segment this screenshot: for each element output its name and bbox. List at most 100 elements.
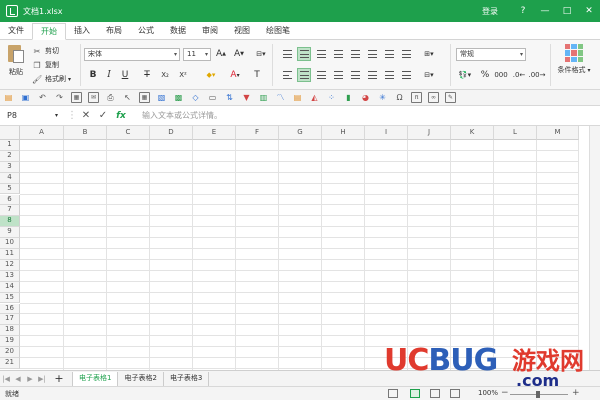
vertical-scrollbar[interactable] xyxy=(589,126,600,370)
row-header[interactable]: 4 xyxy=(0,172,20,184)
save-icon[interactable]: ▣ xyxy=(20,92,31,103)
shapes-icon[interactable]: ◇ xyxy=(190,92,201,103)
row-header[interactable]: 11 xyxy=(0,249,20,260)
row-header[interactable]: 20 xyxy=(0,347,20,358)
line-spacing-icon[interactable] xyxy=(365,68,379,82)
name-box[interactable]: P8 ▾ xyxy=(4,109,60,123)
sheet-tab[interactable]: 电子表格1 xyxy=(72,371,119,386)
column-header[interactable]: M xyxy=(537,126,579,140)
select-all-corner[interactable] xyxy=(0,126,20,140)
sort-icon[interactable]: ⇅ xyxy=(224,92,235,103)
shrink-fit-icon[interactable] xyxy=(399,68,413,82)
format-cells-icon[interactable]: ▦ xyxy=(71,92,82,103)
subscript-icon[interactable]: X₂ xyxy=(158,68,172,82)
conditional-format-button[interactable]: 条件格式 ▾ xyxy=(556,44,592,75)
symbol-icon[interactable]: Ω xyxy=(394,92,405,103)
equation-icon[interactable]: π xyxy=(411,92,422,103)
menu-tab[interactable]: 公式 xyxy=(130,23,162,39)
column-header[interactable]: H xyxy=(322,126,365,140)
chart-bar-icon[interactable]: ▤ xyxy=(292,92,303,103)
row-header[interactable]: 6 xyxy=(0,194,20,206)
column-header[interactable]: B xyxy=(64,126,107,140)
column-header[interactable]: F xyxy=(236,126,279,140)
menu-tab[interactable]: 文件 xyxy=(0,23,32,39)
chart-scatter-icon[interactable]: ⁘ xyxy=(326,92,337,103)
font-color-icon[interactable]: A ▾ xyxy=(226,68,244,82)
row-header[interactable]: 18 xyxy=(0,325,20,337)
copy-button[interactable]: ❐ 复制 xyxy=(32,58,71,72)
chart-radar-icon[interactable]: ✳ xyxy=(377,92,388,103)
sheet-tab[interactable]: 电子表格3 xyxy=(164,371,210,386)
row-header[interactable]: 15 xyxy=(0,292,20,304)
row-header[interactable]: 17 xyxy=(0,314,20,326)
row-header[interactable]: 14 xyxy=(0,281,20,293)
menu-tab[interactable]: 审阅 xyxy=(194,23,226,39)
login-link[interactable]: 登录 xyxy=(482,6,498,17)
underline-icon[interactable]: U xyxy=(118,68,132,82)
border-style-icon[interactable]: ⊟▾ xyxy=(252,47,270,61)
row-header[interactable]: 19 xyxy=(0,336,20,348)
table-icon[interactable]: ▦ xyxy=(139,92,150,103)
column-header[interactable]: E xyxy=(193,126,236,140)
align-middle-icon[interactable] xyxy=(297,47,311,61)
increase-font-icon[interactable]: A ▲ xyxy=(214,47,228,61)
column-header[interactable]: D xyxy=(150,126,193,140)
filter-icon[interactable]: ▼ xyxy=(241,92,252,103)
indent-icon[interactable] xyxy=(382,47,396,61)
chart-column-icon[interactable]: ▥ xyxy=(258,92,269,103)
column-header[interactable]: I xyxy=(365,126,408,140)
row-header[interactable]: 3 xyxy=(0,161,20,173)
align-right-icon[interactable] xyxy=(314,68,328,82)
row-header[interactable]: 12 xyxy=(0,259,20,271)
menu-tab[interactable]: 开始 xyxy=(32,23,66,40)
column-header[interactable]: J xyxy=(408,126,451,140)
mail-icon[interactable]: ✉ xyxy=(88,92,99,103)
insert-image-icon[interactable]: ▩ xyxy=(173,92,184,103)
chart-stock-icon[interactable]: ▮ xyxy=(343,92,354,103)
row-header[interactable]: 21 xyxy=(0,358,20,369)
menu-tab[interactable]: 视图 xyxy=(226,23,258,39)
text-box-icon[interactable]: ▭ xyxy=(207,92,218,103)
undo-icon[interactable]: ↶ xyxy=(37,92,48,103)
italic-icon[interactable]: I xyxy=(102,68,116,82)
maximize-icon[interactable]: □ xyxy=(556,0,578,22)
function-icon[interactable]: fx xyxy=(115,109,127,123)
row-header[interactable]: 2 xyxy=(0,150,20,162)
pointer-icon[interactable]: ↖ xyxy=(122,92,133,103)
text-direction-icon[interactable] xyxy=(382,68,396,82)
align-left-icon[interactable] xyxy=(280,68,294,82)
chart-area-icon[interactable]: ◭ xyxy=(309,92,320,103)
align-top-icon[interactable] xyxy=(280,47,294,61)
next-sheet-icon[interactable]: ▶ xyxy=(24,375,36,383)
justify-icon[interactable] xyxy=(331,47,345,61)
thousands-separator-icon[interactable]: 000 xyxy=(494,68,508,82)
paste-button[interactable]: 粘贴 xyxy=(6,43,26,77)
orientation-icon[interactable] xyxy=(365,47,379,61)
outdent-icon[interactable] xyxy=(399,47,413,61)
currency-icon[interactable]: 💱▾ xyxy=(456,68,474,82)
clear-format-icon[interactable]: T xyxy=(250,68,264,82)
spreadsheet-grid[interactable]: A B C D E F G H I J K L M 1 2 3 4 5 6 7 8 9 10 11 12 13 14 15 16 17 18… xyxy=(0,126,600,370)
last-sheet-icon[interactable]: ▶| xyxy=(36,375,48,383)
chart-line-icon[interactable]: 〽 xyxy=(275,92,286,103)
first-sheet-icon[interactable]: |◀ xyxy=(0,375,12,383)
column-header[interactable]: L xyxy=(494,126,537,140)
percent-icon[interactable]: % xyxy=(478,68,492,82)
column-header[interactable]: C xyxy=(107,126,150,140)
hyperlink-icon[interactable]: ∞ xyxy=(428,92,439,103)
column-header[interactable]: K xyxy=(451,126,494,140)
distributed-icon[interactable] xyxy=(331,68,345,82)
confirm-icon[interactable]: ✓ xyxy=(97,109,109,123)
row-header[interactable]: 5 xyxy=(0,183,20,195)
merge-cells-icon[interactable]: ⊞▾ xyxy=(418,47,440,61)
formula-input[interactable]: 输入文本或公式详情。 xyxy=(142,109,222,123)
row-header[interactable]: 9 xyxy=(0,227,20,239)
sheet-tab[interactable]: 电子表格2 xyxy=(118,371,164,386)
format-painter-button[interactable]: 🖌 格式刷 ▾ xyxy=(32,72,71,86)
row-header[interactable]: 13 xyxy=(0,270,20,282)
print-icon[interactable]: ⎙ xyxy=(105,92,116,103)
row-header[interactable]: 10 xyxy=(0,238,20,249)
minimize-icon[interactable]: — xyxy=(534,0,556,22)
prev-sheet-icon[interactable]: ◀ xyxy=(12,375,24,383)
wrap-text-icon[interactable] xyxy=(348,47,362,61)
